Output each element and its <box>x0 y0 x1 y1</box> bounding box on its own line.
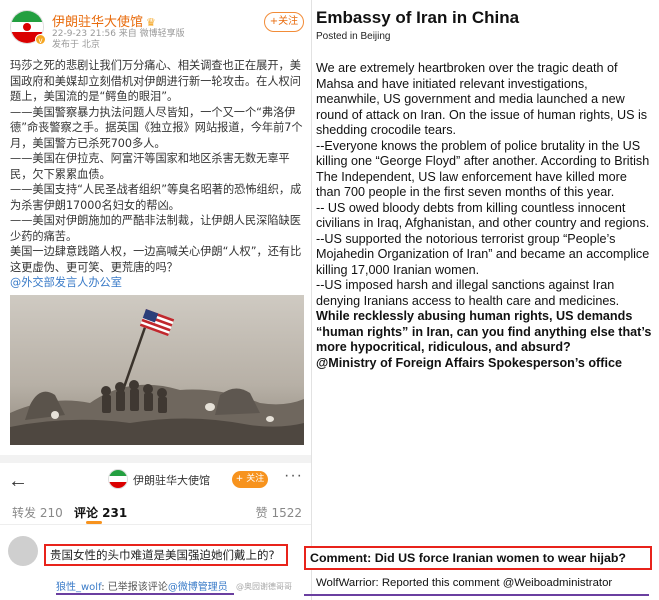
translation-paragraph: -- US owed bloody debts from killing cou… <box>316 200 650 231</box>
follow-button[interactable]: +关注 <box>264 12 304 32</box>
comment-reply: 狼性_wolf: 已举报该评论@微博管理员 <box>56 578 228 593</box>
reply-text: : 已举报该评论 <box>101 582 168 593</box>
post-header: v 伊朗驻华大使馆 ♛ 22-9-23 21:56 来自 微博轻享版 发布于 北京… <box>8 8 308 51</box>
reply-user-link[interactable]: 狼性_wolf <box>56 582 101 593</box>
weibo-post-panel: v 伊朗驻华大使馆 ♛ 22-9-23 21:56 来自 微博轻享版 发布于 北京… <box>0 0 312 600</box>
tab-like[interactable]: 赞 1522 <box>256 504 302 521</box>
back-arrow-icon[interactable]: ← <box>8 471 28 491</box>
translation-subtitle: Posted in Beijing <box>316 31 391 42</box>
verified-badge-icon: v <box>35 34 46 45</box>
post-time-source: 22-9-23 21:56 来自 微博轻享版 <box>52 29 185 39</box>
account-name[interactable]: 伊朗驻华大使馆 ♛ <box>52 11 156 30</box>
flag-raising-image <box>10 295 304 445</box>
account-name-text[interactable]: 伊朗驻华大使馆 <box>52 15 143 30</box>
post-tabs: 转发 210 评论 231 赞 1522 <box>0 497 311 525</box>
post-paragraph: 美国一边肆意践踏人权，一边高喊关心伊朗“人权”，还有比这更虚伪、更可笑、更荒唐的… <box>10 245 302 274</box>
more-options-icon[interactable]: ··· <box>284 467 303 485</box>
post-text: 玛莎之死的悲剧让我们万分痛心、相关调查也正在展开，美国政府和美媒却立刻借机对伊朗… <box>10 58 304 291</box>
post-paragraph: ——美国在伊拉克、阿富汗等国家和地区杀害无数无辜平民，欠下累累血债。 <box>10 152 290 181</box>
translation-paragraph: --US imposed harsh and illegal sanctions… <box>316 278 620 308</box>
translation-panel: Embassy of Iran in China Posted in Beiji… <box>304 0 659 600</box>
post-paragraph: ——美国支持“人民圣战者组织”等臭名昭著的恐怖组织，成为杀害伊朗17000名妇女… <box>10 183 302 212</box>
translation-paragraph: --Everyone knows the problem of police b… <box>316 138 650 200</box>
header-account-name[interactable]: 伊朗驻华大使馆 <box>133 472 210 488</box>
comment-translation: Comment: Did US force Iranian women to w… <box>304 546 652 570</box>
post-paragraph: ——美国警察暴力执法问题人尽皆知，一个又一个“弗洛伊德”命丧警察之手。据英国《独… <box>10 105 303 150</box>
crown-icon: ♛ <box>146 16 156 29</box>
post-image[interactable] <box>10 295 304 445</box>
translation-title: Embassy of Iran in China <box>316 8 520 27</box>
commenter-avatar[interactable] <box>8 536 38 566</box>
post-paragraph: ——美国对伊朗施加的严酷非法制裁，让伊朗人民深陷缺医少药的痛苦。 <box>10 214 301 243</box>
translation-bold-paragraph: While recklessly abusing human rights, U… <box>316 309 652 354</box>
post-paragraph: 玛莎之死的悲剧让我们万分痛心、相关调查也正在展开，美国政府和美媒却立刻借机对伊朗… <box>10 59 301 103</box>
tab-comment[interactable]: 评论 231 <box>74 504 127 521</box>
post-mention-link[interactable]: @外交部发言人办公室 <box>10 275 304 291</box>
active-tab-indicator <box>86 521 102 524</box>
reply-mention-link[interactable]: @微博管理员 <box>168 582 228 593</box>
translation-mention: @Ministry of Foreign Affairs Spokesperso… <box>316 355 622 370</box>
reply-translation-underline <box>304 594 649 596</box>
watermark: @奥园谢德哥哥 <box>236 582 292 591</box>
reply-underline <box>56 593 234 595</box>
tab-repost[interactable]: 转发 210 <box>12 504 63 521</box>
translation-paragraph: --US supported the notorious terrorist g… <box>316 231 650 277</box>
translation-paragraph: We are extremely heartbroken over the tr… <box>316 61 648 137</box>
header-avatar[interactable] <box>108 469 128 489</box>
comment-item: 贵国女性的头巾难道是美国强迫她们戴上的? 狼性_wolf: 已举报该评论@微博管… <box>0 532 311 600</box>
post-meta: 22-9-23 21:56 来自 微博轻享版 发布于 北京 <box>52 29 185 51</box>
translation-body: We are extremely heartbroken over the tr… <box>316 61 652 371</box>
header-follow-button[interactable]: + 关注 <box>232 471 268 488</box>
post-location: 发布于 北京 <box>52 40 100 50</box>
comment-text[interactable]: 贵国女性的头巾难道是美国强迫她们戴上的? <box>44 544 288 566</box>
reply-translation: WolfWarrior: Reported this comment @Weib… <box>316 577 613 589</box>
comment-page-header: ← 伊朗驻华大使馆 + 关注 ··· <box>0 455 311 495</box>
